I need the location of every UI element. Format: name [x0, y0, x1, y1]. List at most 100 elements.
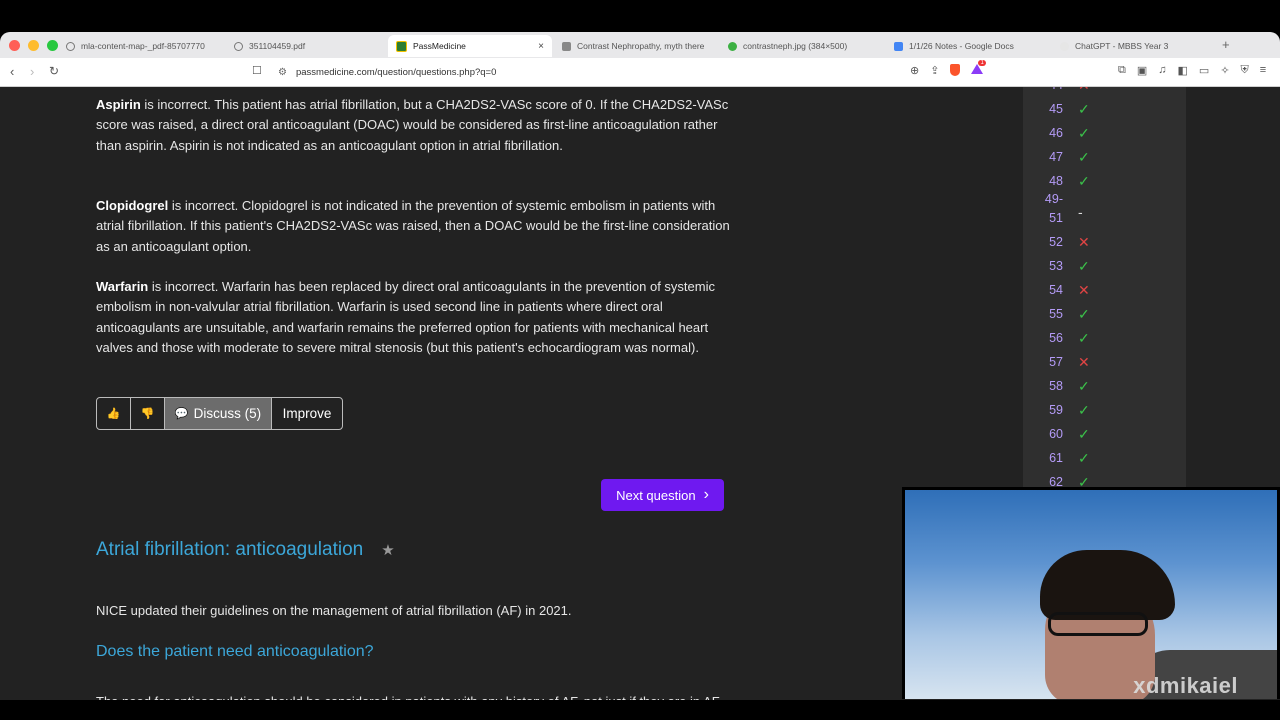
question-number: 55	[1049, 307, 1063, 321]
tab-mla-content-map[interactable]: mla-content-map-_pdf-85707770	[58, 35, 226, 57]
check-icon: ✓	[1078, 258, 1090, 274]
notes-title-text[interactable]: Atrial fibrillation: anticoagulation	[96, 539, 363, 561]
question-number: 45	[1049, 102, 1063, 116]
thumbs-up-icon: 👍	[106, 408, 121, 420]
screenshot-icon[interactable]: ▣	[1137, 64, 1147, 77]
improve-label: Improve	[282, 406, 332, 421]
question-number: 52	[1049, 235, 1063, 249]
zoom-window-button[interactable]	[47, 39, 58, 51]
question-row[interactable]: 45 ✓	[1023, 97, 1186, 121]
thumbs-up-button[interactable]: 👍	[97, 398, 131, 429]
question-row[interactable]: 52 ✕	[1023, 230, 1186, 254]
question-row[interactable]: 57 ✕	[1023, 350, 1186, 374]
check-icon: ✓	[1078, 378, 1090, 394]
close-tab-icon[interactable]: ×	[538, 41, 544, 52]
check-icon: ✓	[1078, 426, 1090, 442]
media-icon[interactable]: ♫	[1158, 64, 1166, 77]
wallet-icon[interactable]: ▭	[1199, 64, 1209, 77]
tab-passmedicine[interactable]: PassMedicine ×	[388, 35, 552, 57]
new-tab-button[interactable]: +	[1222, 37, 1230, 52]
question-row[interactable]: 53 ✓	[1023, 254, 1186, 278]
question-row[interactable]: 44 ✕	[1023, 87, 1186, 97]
option-name: Warfarin	[96, 279, 149, 294]
globe-icon	[66, 41, 75, 51]
question-row[interactable]: 61 ✓	[1023, 446, 1186, 470]
webcam-video	[905, 490, 1277, 699]
rewards-badge: 1	[978, 60, 986, 66]
tab-title: mla-content-map-_pdf-85707770	[81, 41, 205, 51]
url-actions: ⊕ ⇪ 1	[910, 60, 986, 77]
question-number: 47	[1049, 150, 1063, 164]
question-row[interactable]: 55 ✓	[1023, 302, 1186, 326]
tab-title: ChatGPT - MBBS Year 3	[1075, 41, 1169, 51]
brave-shields-icon[interactable]	[950, 64, 961, 76]
question-number: 60	[1049, 427, 1063, 441]
question-number: 59	[1049, 403, 1063, 417]
back-icon[interactable]: ‹	[10, 64, 14, 79]
next-question-button[interactable]: Next question ›	[601, 479, 724, 511]
check-icon: ✓	[1078, 330, 1090, 346]
question-number: 54	[1049, 283, 1063, 297]
thumbs-down-icon: 👎	[140, 408, 155, 420]
brave-rewards-icon[interactable]: 1	[971, 60, 986, 74]
question-number: 58	[1049, 379, 1063, 393]
question-row[interactable]: 46 ✓	[1023, 121, 1186, 145]
sidebar-icon[interactable]: ◧	[1178, 64, 1188, 77]
vpn-icon[interactable]: ⛨	[1241, 64, 1249, 77]
extensions-icon[interactable]: ⧉	[1118, 64, 1126, 77]
tab-bar: mla-content-map-_pdf-85707770 351104459.…	[0, 32, 1280, 58]
tab-chatgpt[interactable]: ChatGPT - MBBS Year 3	[1052, 35, 1218, 57]
question-number: 61	[1049, 451, 1063, 465]
tab-title: contrastneph.jpg (384×500)	[743, 41, 848, 51]
url-text: passmedicine.com/question/questions.php?…	[295, 66, 497, 78]
feedback-button-group: 👍 👎 💬 Discuss (5) Improve	[96, 397, 343, 430]
forward-icon[interactable]: ›	[30, 64, 34, 79]
question-row[interactable]: 56 ✓	[1023, 326, 1186, 350]
tab-google-docs[interactable]: 1/1/26 Notes - Google Docs	[886, 35, 1052, 57]
explanation-text: is incorrect. This patient has atrial fi…	[96, 97, 729, 153]
url-field[interactable]: ⚙ passmedicine.com/question/questions.ph…	[268, 62, 928, 82]
question-row[interactable]: 59 ✓	[1023, 398, 1186, 422]
close-window-button[interactable]	[9, 39, 20, 51]
tab-title: 1/1/26 Notes - Google Docs	[909, 41, 1014, 51]
aspirin-explanation: Aspirin is incorrect. This patient has a…	[96, 95, 736, 156]
reload-icon[interactable]: ↻	[49, 64, 59, 78]
warfarin-explanation: Warfarin is incorrect. Warfarin has been…	[96, 277, 736, 358]
explanation-text: is incorrect. Warfarin has been replaced…	[96, 279, 715, 355]
tab-pdf[interactable]: 351104459.pdf	[226, 35, 388, 57]
check-icon: ✓	[1078, 173, 1090, 189]
window-controls	[0, 39, 65, 51]
question-row[interactable]: 54 ✕	[1023, 278, 1186, 302]
share-icon[interactable]: ⇪	[930, 64, 939, 77]
question-row[interactable]: 60 ✓	[1023, 422, 1186, 446]
star-icon[interactable]: ★	[381, 541, 394, 559]
google-docs-icon	[894, 41, 903, 51]
notes-subheading: Does the patient need anticoagulation?	[96, 643, 374, 660]
question-number: 57	[1049, 355, 1063, 369]
check-icon: ✓	[1078, 101, 1090, 117]
tab-contrastneph-jpg[interactable]: contrastneph.jpg (384×500)	[720, 35, 886, 57]
glasses	[1048, 612, 1148, 636]
tab-contrast-nephropathy[interactable]: Contrast Nephropathy, myth there	[554, 35, 720, 57]
notes-title: Atrial fibrillation: anticoagulation ★	[96, 539, 395, 561]
zoom-icon[interactable]: ⊕	[910, 64, 919, 77]
cross-icon: ✕	[1078, 354, 1090, 370]
dash-icon: -	[1078, 204, 1083, 220]
menu-icon[interactable]: ≡	[1260, 64, 1266, 77]
watermark-text: xdmikaiel	[1133, 673, 1238, 698]
tab-title: PassMedicine	[413, 41, 466, 51]
question-row[interactable]: 49- 51-	[1023, 192, 1186, 225]
improve-button[interactable]: Improve	[272, 398, 342, 429]
passmedicine-favicon-icon	[396, 40, 407, 52]
question-row[interactable]: 47 ✓	[1023, 145, 1186, 169]
minimize-window-button[interactable]	[28, 39, 39, 51]
site-info-icon[interactable]: ⚙	[278, 67, 287, 78]
discuss-button[interactable]: 💬 Discuss (5)	[165, 398, 272, 429]
explanation-text: is incorrect. Clopidogrel is not indicat…	[96, 198, 730, 254]
bookmark-icon[interactable]: ☐	[252, 64, 262, 77]
question-row[interactable]: 58 ✓	[1023, 374, 1186, 398]
leo-ai-icon[interactable]: ✧	[1220, 64, 1229, 77]
clopidogrel-explanation: Clopidogrel is incorrect. Clopidogrel is…	[96, 196, 736, 257]
next-question-label: Next question	[616, 487, 696, 503]
thumbs-down-button[interactable]: 👎	[131, 398, 165, 429]
